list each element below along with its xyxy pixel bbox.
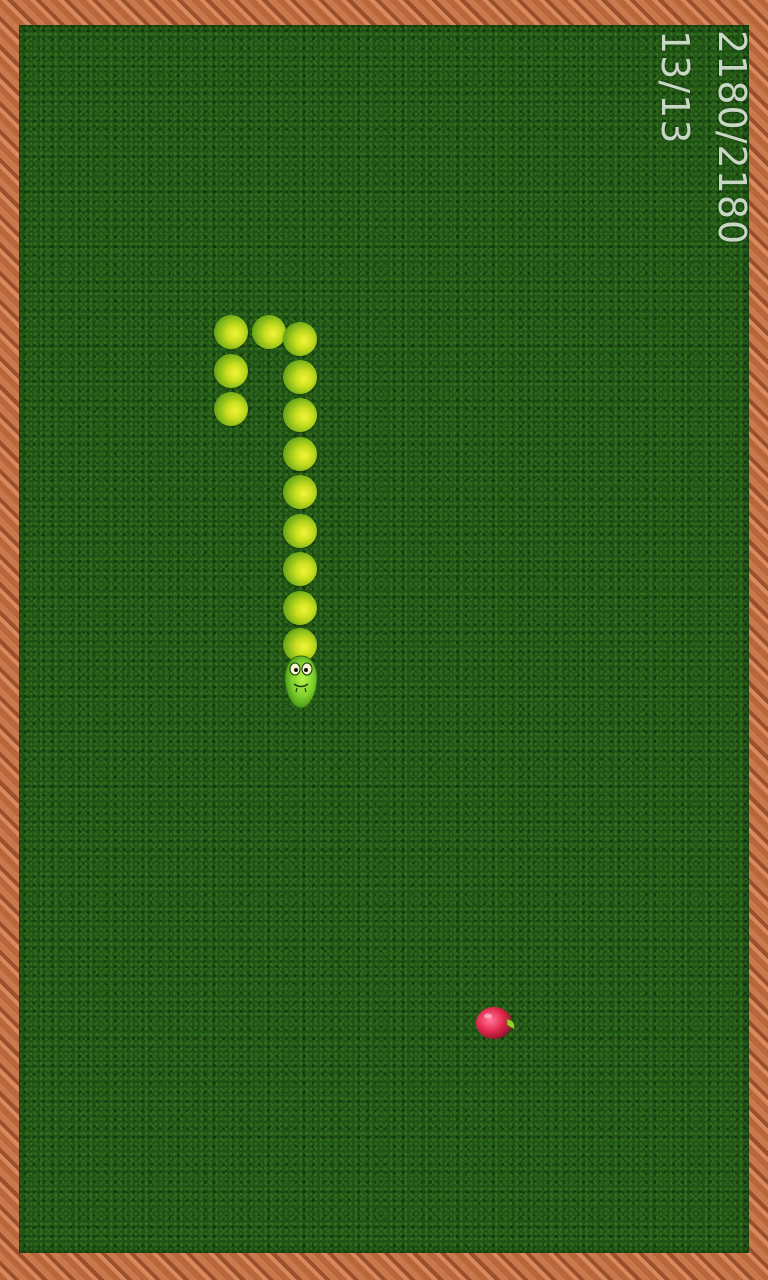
snake-segment-icon [283,322,317,356]
snake-segment-icon [283,591,317,625]
game-field[interactable] [19,25,749,1253]
snake-segment-icon [252,315,286,349]
snake-segment-icon [283,360,317,394]
snake-head-icon [283,655,319,709]
snake-segment-icon [214,392,248,426]
snake-segment-icon [283,514,317,548]
snake-segment-icon [283,552,317,586]
score-counter: 2180/2180 [710,30,754,246]
snake-segment-icon [283,475,317,509]
snake-segment-icon [214,315,248,349]
length-counter: 13/13 [653,30,697,145]
snake-segment-icon [283,398,317,432]
snake-segment-icon [283,437,317,471]
apple-icon [474,1005,520,1041]
game-frame: 2180/2180 13/13 [0,0,768,1280]
snake-segment-icon [214,354,248,388]
